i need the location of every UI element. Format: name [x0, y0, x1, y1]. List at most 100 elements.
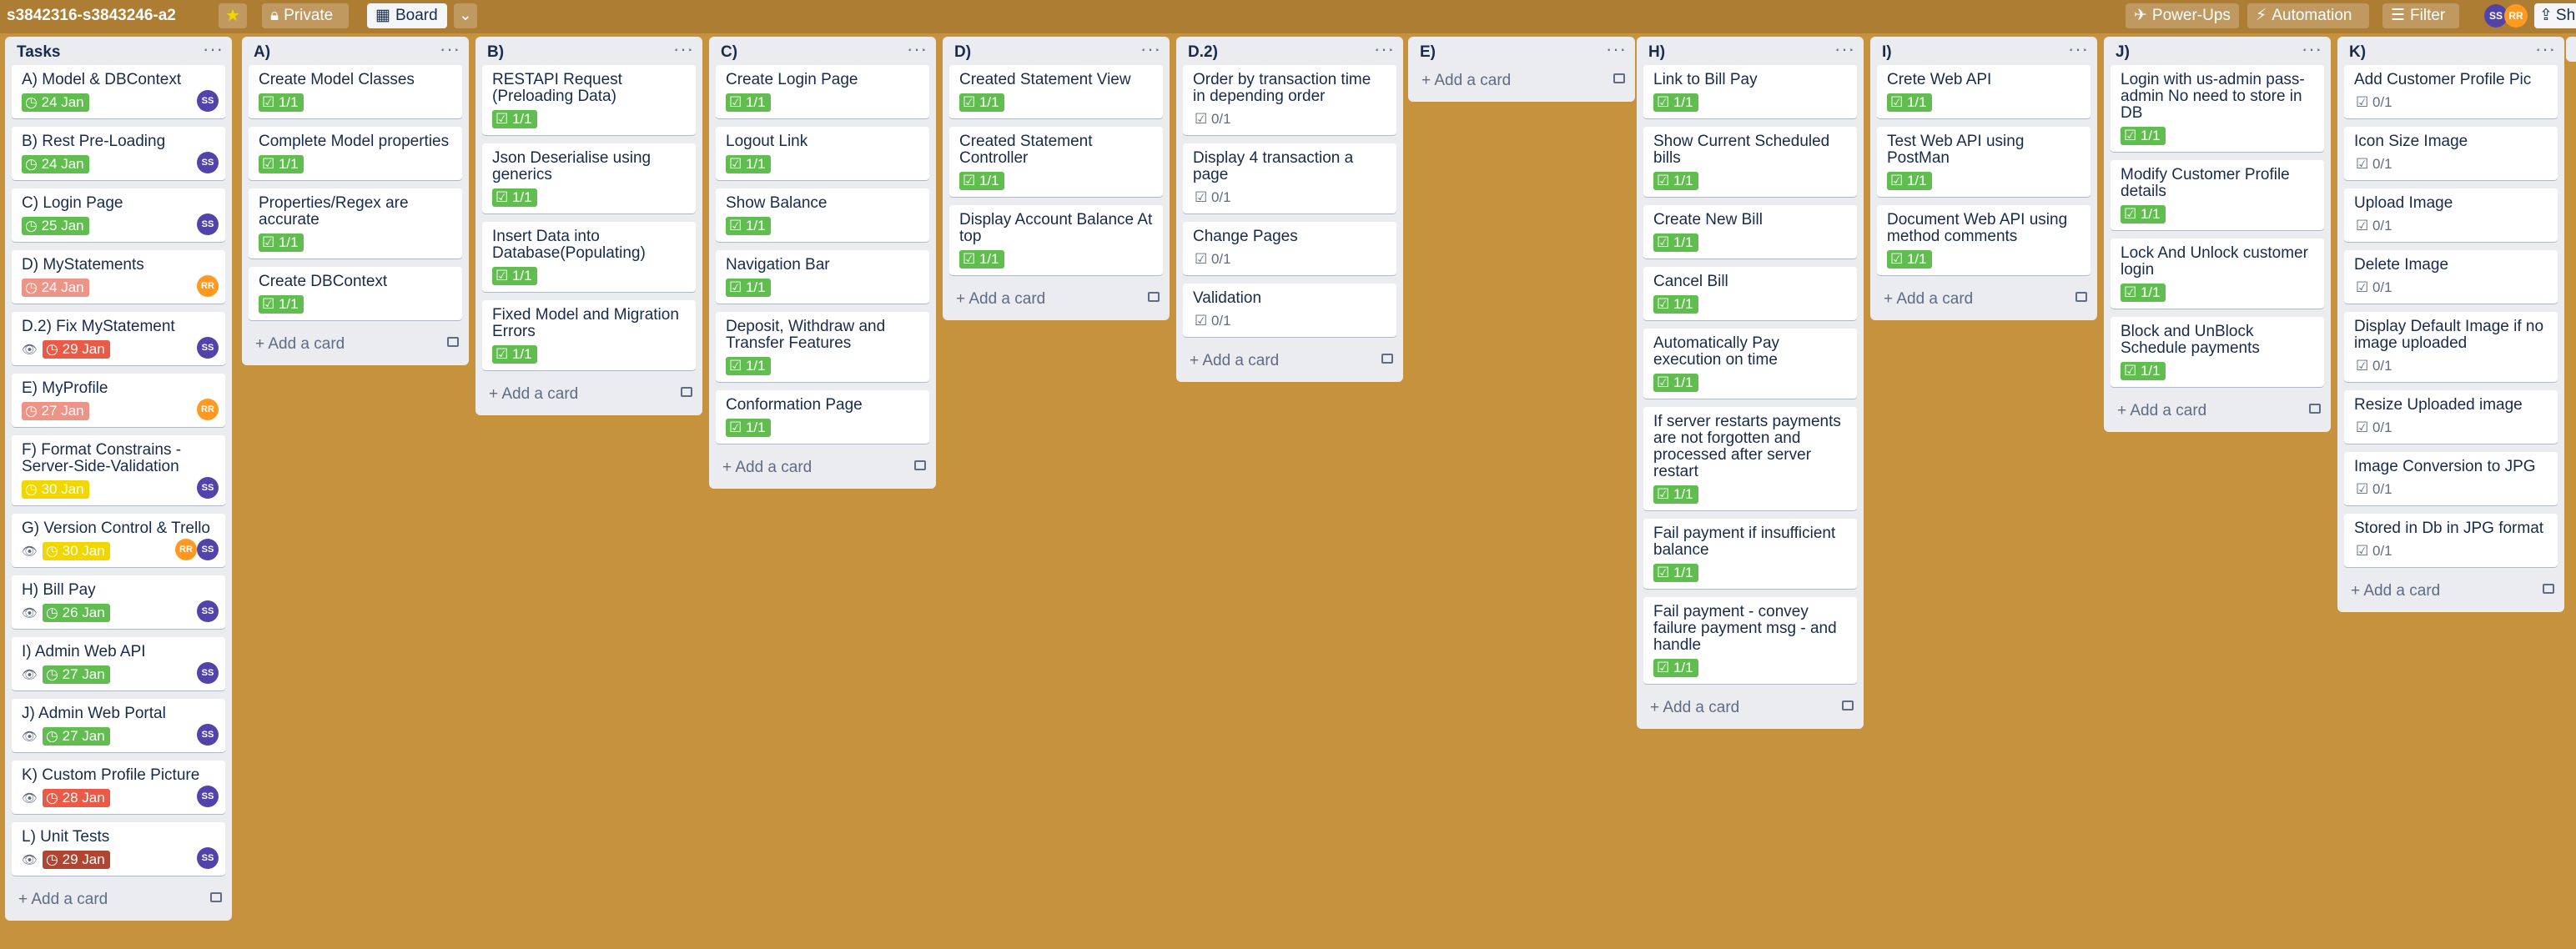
list-menu-icon[interactable]: ··· — [1834, 40, 1855, 58]
card[interactable]: C) Login Page ◷ 25 Jan SS — [12, 188, 225, 242]
member-avatar[interactable]: RR — [175, 539, 197, 560]
member-avatar[interactable]: SS — [197, 724, 219, 746]
card[interactable]: Complete Model properties ☑ 1/1 — [249, 127, 462, 180]
member-avatar[interactable]: SS — [197, 477, 219, 499]
card[interactable]: If server restarts payments are not forg… — [1643, 407, 1857, 510]
list-menu-icon[interactable]: ··· — [2068, 40, 2089, 58]
share-button[interactable]: ⇪ Sh — [2534, 3, 2576, 28]
card[interactable]: Modify Customer Profile details ☑ 1/1 — [2111, 160, 2324, 230]
card[interactable]: A) Model & DBContext ◷ 24 Jan SS — [12, 65, 225, 118]
list-menu-icon[interactable]: ··· — [203, 40, 224, 58]
due-date-badge[interactable]: ◷ 25 Jan — [22, 217, 89, 235]
member-avatar[interactable]: SS — [197, 337, 219, 359]
list-menu-icon[interactable]: ··· — [2535, 40, 2556, 58]
card[interactable]: Fail payment - convey failure payment ms… — [1643, 597, 1857, 684]
card[interactable]: Image Conversion to JPG ☑ 0/1 — [2344, 452, 2558, 505]
card[interactable]: Show Current Scheduled bills ☑ 1/1 — [1643, 127, 1857, 197]
card[interactable]: Upload Image ☑ 0/1 — [2344, 188, 2558, 242]
card[interactable]: E) MyProfile ◷ 27 Jan RR — [12, 374, 225, 427]
card[interactable]: Lock And Unlock customer login ☑ 1/1 — [2111, 239, 2324, 309]
card[interactable]: Create Model Classes ☑ 1/1 — [249, 65, 462, 118]
card[interactable]: Json Deserialise using generics ☑ 1/1 — [482, 143, 696, 213]
card[interactable]: Display Default Image if no image upload… — [2344, 312, 2558, 382]
member-avatar[interactable]: RR — [197, 399, 219, 420]
card[interactable]: Show Balance ☑ 1/1 — [716, 188, 929, 242]
card[interactable]: L) Unit Tests 👁︎ ◷ 29 Jan SS — [12, 822, 225, 876]
member-avatar[interactable]: SS — [197, 847, 219, 869]
star-button[interactable]: ★ — [219, 3, 247, 28]
card[interactable]: Deposit, Withdraw and Transfer Features ☑… — [716, 312, 929, 382]
card[interactable]: Order by transaction time in depending o… — [1183, 65, 1396, 135]
card[interactable]: K) Custom Profile Picture 👁︎ ◷ 28 Jan SS — [12, 761, 225, 814]
card[interactable]: D) MyStatements ◷ 24 Jan RR — [12, 250, 225, 304]
filter-button[interactable]: ☰ Filter — [2382, 3, 2459, 28]
list-title[interactable]: A) — [254, 43, 270, 62]
template-icon[interactable] — [1148, 292, 1160, 302]
list-title[interactable]: K) — [2349, 43, 2366, 62]
add-card-button[interactable]: + Add a card — [709, 452, 936, 485]
card[interactable]: Link to Bill Pay ☑ 1/1 — [1643, 65, 1857, 118]
due-date-badge[interactable]: ◷ 27 Jan — [43, 727, 110, 746]
member-avatar[interactable]: SS — [197, 600, 219, 622]
due-date-badge[interactable]: ◷ 29 Jan — [43, 851, 110, 869]
list-title[interactable]: H) — [1648, 43, 1665, 62]
list-menu-icon[interactable]: ··· — [440, 40, 460, 58]
card[interactable]: RESTAPI Request (Preloading Data) ☑ 1/1 — [482, 65, 696, 135]
list-title[interactable]: E) — [1420, 43, 1436, 62]
card[interactable]: Create Login Page ☑ 1/1 — [716, 65, 929, 118]
member-avatar[interactable]: RR — [197, 275, 219, 297]
template-icon[interactable] — [1842, 700, 1854, 710]
card[interactable]: Created Statement Controller ☑ 1/1 — [949, 127, 1163, 197]
template-icon[interactable] — [2543, 584, 2554, 594]
card[interactable]: Display 4 transaction a page ☑ 0/1 — [1183, 143, 1396, 213]
add-card-button[interactable]: + Add a card — [1870, 284, 2097, 317]
card[interactable]: Fail payment if insufficient balance ☑ 1/… — [1643, 519, 1857, 589]
list-menu-icon[interactable]: ··· — [1140, 40, 1161, 58]
add-card-button[interactable]: + Add a card — [1176, 345, 1403, 379]
card[interactable]: Icon Size Image ☑ 0/1 — [2344, 127, 2558, 180]
list-title[interactable]: C) — [721, 43, 737, 62]
member-avatar[interactable]: SS — [197, 213, 219, 235]
due-date-badge[interactable]: ◷ 29 Jan — [43, 340, 110, 359]
card[interactable]: Delete Image ☑ 0/1 — [2344, 250, 2558, 304]
card[interactable]: Properties/Regex are accurate ☑ 1/1 — [249, 188, 462, 259]
card[interactable]: Change Pages ☑ 0/1 — [1183, 222, 1396, 275]
member-avatar[interactable]: SS — [197, 662, 219, 684]
due-date-badge[interactable]: ◷ 24 Jan — [22, 155, 89, 173]
add-card-button[interactable]: + Add a card — [943, 284, 1170, 317]
list-title[interactable]: D.2) — [1188, 43, 1218, 62]
due-date-badge[interactable]: ◷ 27 Jan — [43, 665, 110, 684]
list-title[interactable]: J) — [2116, 43, 2130, 62]
add-card-button[interactable]: + Add a card — [2337, 575, 2564, 609]
card[interactable]: Navigation Bar ☑ 1/1 — [716, 250, 929, 304]
card[interactable]: Create DBContext ☑ 1/1 — [249, 267, 462, 320]
list-menu-icon[interactable]: ··· — [907, 40, 928, 58]
card[interactable]: Login with us-admin pass-admin No need t… — [2111, 65, 2324, 152]
member-avatar[interactable]: SS — [197, 90, 219, 112]
card[interactable]: Document Web API using method comments ☑ … — [1877, 205, 2090, 275]
add-card-button[interactable]: + Add a card — [1408, 65, 1635, 98]
card[interactable]: Create New Bill ☑ 1/1 — [1643, 205, 1857, 259]
board-title[interactable]: s3842316-s3843246-a2 — [7, 5, 176, 27]
list-title[interactable]: B) — [487, 43, 504, 62]
card[interactable]: D.2) Fix MyStatement 👁︎ ◷ 29 Jan SS — [12, 312, 225, 365]
card[interactable]: Logout Link ☑ 1/1 — [716, 127, 929, 180]
card[interactable]: Display Account Balance At top ☑ 1/1 — [949, 205, 1163, 275]
card[interactable]: B) Rest Pre-Loading ◷ 24 Jan SS — [12, 127, 225, 180]
template-icon[interactable] — [914, 460, 926, 470]
board-view-button[interactable]: ▦ Board — [367, 3, 447, 28]
template-icon[interactable] — [447, 337, 459, 347]
card[interactable]: Cancel Bill ☑ 1/1 — [1643, 267, 1857, 320]
list-title[interactable]: Tasks — [17, 43, 60, 62]
due-date-badge[interactable]: ◷ 26 Jan — [43, 604, 110, 622]
add-card-button[interactable]: + Add a card — [5, 884, 232, 917]
due-date-badge[interactable]: ◷ 27 Jan — [22, 402, 89, 420]
card[interactable]: Add Customer Profile Pic ☑ 0/1 — [2344, 65, 2558, 118]
due-date-badge[interactable]: ◷ 24 Jan — [22, 279, 89, 297]
powerups-button[interactable]: ✈ Power-Ups — [2126, 3, 2239, 28]
card[interactable]: G) Version Control & Trello 👁︎ ◷ 30 Jan RR S… — [12, 514, 225, 567]
card[interactable]: Stored in Db in JPG format ☑ 0/1 — [2344, 514, 2558, 567]
add-card-button[interactable]: + Add a card — [2104, 395, 2331, 429]
add-card-button[interactable]: + Add a card — [242, 329, 469, 362]
card[interactable]: Validation ☑ 0/1 — [1183, 284, 1396, 337]
